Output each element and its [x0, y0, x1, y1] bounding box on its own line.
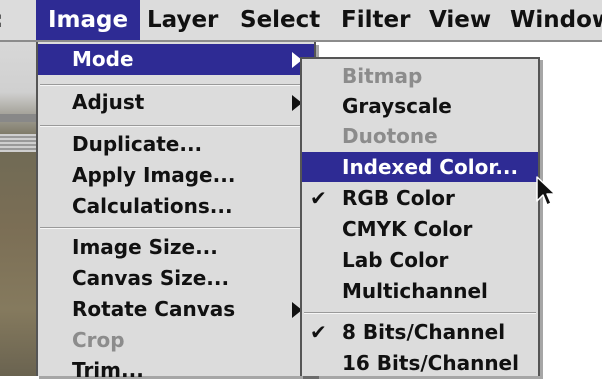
mode-submenu: Bitmap Grayscale Duotone Indexed Color..…	[300, 57, 540, 376]
menu-item-label: Image Size...	[72, 235, 218, 259]
submenu-item-multichannel[interactable]: Multichannel	[302, 276, 538, 306]
menu-bar: : Image Layer Select Filter View Window	[0, 0, 602, 42]
menu-separator	[40, 227, 312, 229]
menu-item-label: Calculations...	[72, 194, 233, 218]
menu-item-crop: Crop	[38, 325, 314, 356]
submenu-item-bitmap: Bitmap	[302, 61, 538, 91]
menu-item-image-size[interactable]: Image Size...	[38, 232, 314, 263]
menu-item-label: Adjust	[72, 90, 145, 114]
submenu-item-label: Lab Color	[342, 248, 449, 272]
menu-item-label: Canvas Size...	[72, 266, 230, 290]
submenu-separator	[304, 312, 536, 314]
submenu-item-label: Grayscale	[342, 94, 452, 118]
checkmark-icon: ✔	[310, 186, 327, 210]
menubar-item-image[interactable]: Image	[36, 0, 141, 40]
document-title-bar	[0, 114, 40, 122]
menubar-item-partial[interactable]: :	[0, 0, 3, 40]
menu-item-label: Crop	[72, 328, 125, 352]
submenu-item-duotone: Duotone	[302, 121, 538, 151]
menu-item-canvas-size[interactable]: Canvas Size...	[38, 263, 314, 294]
submenu-item-16-bits-channel[interactable]: 16 Bits/Channel	[302, 348, 538, 378]
menu-separator	[40, 84, 312, 86]
menu-item-adjust[interactable]: Adjust	[38, 87, 314, 118]
menu-item-label: Rotate Canvas	[72, 297, 236, 321]
submenu-item-label: Bitmap	[342, 64, 423, 88]
submenu-item-grayscale[interactable]: Grayscale	[302, 91, 538, 121]
menubar-item-view[interactable]: View	[429, 0, 491, 40]
menu-item-label: Mode	[72, 47, 134, 71]
submenu-item-label: Indexed Color...	[342, 155, 519, 179]
menu-item-label: Duplicate...	[72, 132, 203, 156]
menu-item-duplicate[interactable]: Duplicate...	[38, 129, 314, 160]
menu-separator	[40, 125, 312, 127]
menu-item-calculations[interactable]: Calculations...	[38, 191, 314, 222]
submenu-item-label: 16 Bits/Channel	[342, 351, 519, 375]
submenu-item-8-bits-channel[interactable]: ✔ 8 Bits/Channel	[302, 317, 538, 347]
image-menu: Mode Adjust Duplicate... Apply Image... …	[36, 42, 316, 382]
menu-item-trim[interactable]: Trim...	[38, 355, 314, 386]
submenu-item-lab-color[interactable]: Lab Color	[302, 245, 538, 275]
submenu-item-label: RGB Color	[342, 186, 455, 210]
submenu-item-rgb-color[interactable]: ✔ RGB Color	[302, 183, 538, 213]
menu-item-rotate-canvas[interactable]: Rotate Canvas	[38, 294, 314, 325]
menubar-item-select[interactable]: Select	[240, 0, 320, 40]
submenu-item-label: Multichannel	[342, 279, 488, 303]
submenu-item-indexed-color[interactable]: Indexed Color...	[302, 152, 538, 182]
submenu-item-label: Duotone	[342, 124, 438, 148]
submenu-item-label: 8 Bits/Channel	[342, 320, 506, 344]
menubar-item-window[interactable]: Window	[510, 0, 602, 40]
menu-item-mode[interactable]: Mode	[38, 44, 314, 75]
menu-item-label: Apply Image...	[72, 163, 236, 187]
menu-item-label: Trim...	[72, 358, 144, 382]
arrow-cursor-icon	[536, 176, 556, 206]
menu-item-apply-image[interactable]: Apply Image...	[38, 160, 314, 191]
document-window-backdrop	[0, 42, 40, 376]
submenu-item-cmyk-color[interactable]: CMYK Color	[302, 214, 538, 244]
submenu-item-label: CMYK Color	[342, 217, 473, 241]
checkmark-icon: ✔	[310, 320, 327, 344]
menubar-item-filter[interactable]: Filter	[341, 0, 410, 40]
document-title-stripes	[0, 134, 40, 152]
menubar-item-layer[interactable]: Layer	[147, 0, 218, 40]
